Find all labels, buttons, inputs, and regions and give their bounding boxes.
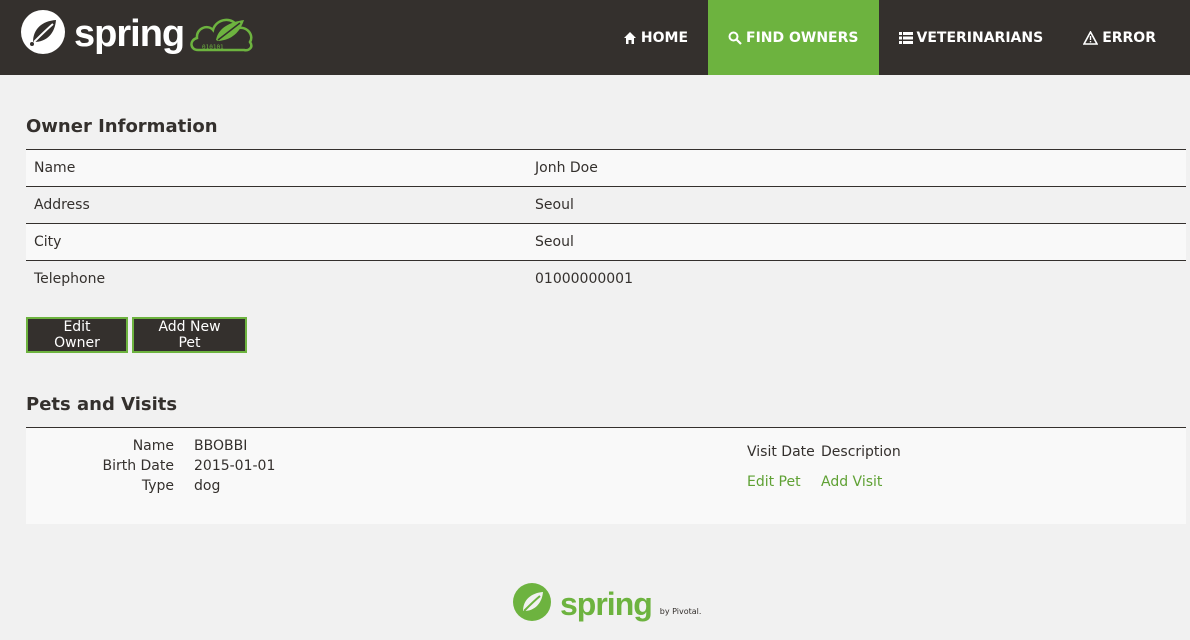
nav-home[interactable]: HOME [603,0,708,75]
nav-veterinarians[interactable]: VETERINARIANS [879,0,1064,75]
owner-name-value: Jonh Doe [527,149,1186,187]
owner-info-heading: Owner Information [26,116,218,137]
visit-date-header: Visit Date [747,444,815,460]
pet-birth-label: Birth Date [102,458,174,474]
nav-find-owners-label: FIND OWNERS [746,29,859,46]
pet-birth-row: Birth Date 2015-01-01 [26,456,275,476]
search-icon [728,31,742,45]
footer-logo: spring by Pivotal. [512,583,701,625]
pets-visits-heading: Pets and Visits [26,394,178,415]
table-row: City Seoul [26,223,1186,261]
visits-header: Visit Date Description [747,442,901,462]
nav-find-owners[interactable]: FIND OWNERS [708,0,879,75]
pet-type-value: dog [194,478,221,494]
add-visit-link[interactable]: Add Visit [821,472,882,492]
owner-address-label: Address [26,186,527,224]
pet-type-label: Type [141,478,174,494]
owner-info-table: Name Jonh Doe Address Seoul City Seoul T… [26,149,1186,298]
main-nav: HOME FIND OWNERS VETERINARIANS ERROR [603,0,1176,75]
table-row: Address Seoul [26,186,1186,224]
nav-home-label: HOME [640,29,689,46]
pet-details: Name BBOBBI Birth Date 2015-01-01 Type d… [26,436,275,496]
owner-city-label: City [26,223,527,261]
table-row: Telephone 01000000001 [26,260,1186,298]
brand-wordmark: spring [74,13,185,55]
owner-name-label: Name [26,149,527,187]
warning-icon [1083,30,1099,45]
owner-telephone-value: 01000000001 [527,260,1186,298]
spring-leaf-icon [20,9,66,59]
cloud-leaf-icon: 010101 [188,10,254,58]
pet-name-value: BBOBBI [194,438,248,454]
spring-leaf-icon [512,582,552,626]
visits-table: Visit Date Description Edit Pet Add Visi… [747,442,901,492]
pets-panel: Name BBOBBI Birth Date 2015-01-01 Type d… [26,427,1186,524]
nav-error[interactable]: ERROR [1063,0,1176,75]
spring-logo[interactable]: spring 010101 [20,10,254,58]
pet-type-row: Type dog [26,476,275,496]
owner-city-value: Seoul [527,223,1186,261]
description-header: Description [821,444,901,460]
visits-actions: Edit Pet Add Visit [747,472,901,492]
owner-telephone-label: Telephone [26,260,527,298]
home-icon [623,31,637,45]
pet-birth-value: 2015-01-01 [194,458,276,474]
pet-name-label: Name [132,438,174,454]
nav-veterinarians-label: VETERINARIANS [916,29,1044,46]
add-new-pet-button[interactable]: Add New Pet [132,317,247,353]
cloud-code-text: 010101 [202,44,224,51]
list-icon [898,31,913,45]
footer-wordmark: spring [560,585,653,622]
navbar: spring 010101 HOME FIND OWNERS VETERINAR… [0,0,1190,75]
table-row: Name Jonh Doe [26,149,1186,187]
edit-pet-link[interactable]: Edit Pet [747,472,821,492]
owner-address-value: Seoul [527,186,1186,224]
nav-error-label: ERROR [1102,29,1156,46]
edit-owner-button[interactable]: Edit Owner [26,317,128,353]
pet-name-row: Name BBOBBI [26,436,275,456]
footer-by-pivotal: by Pivotal. [659,606,702,616]
